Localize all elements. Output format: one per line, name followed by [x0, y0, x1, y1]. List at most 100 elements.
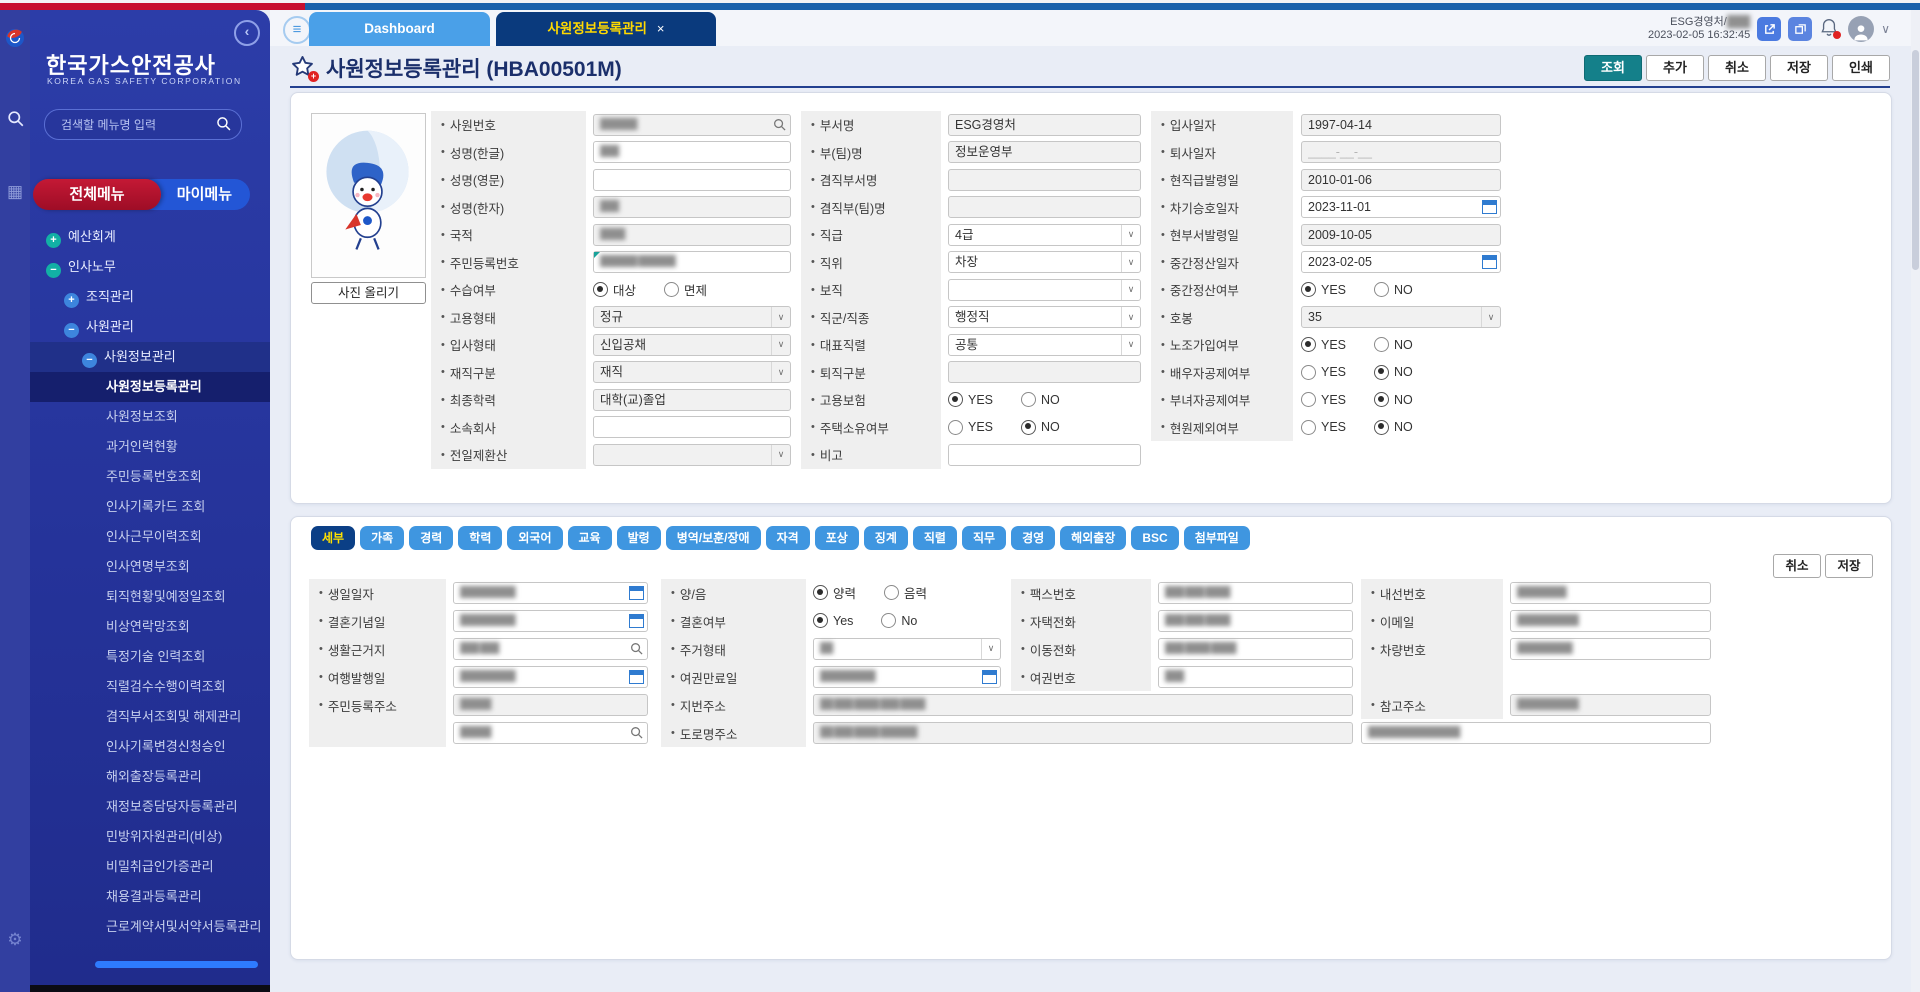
- sidebar-item[interactable]: 인사근무이력조회: [30, 522, 270, 552]
- text-input[interactable]: ____-__-__: [1301, 141, 1501, 163]
- detail-tab[interactable]: 첨부파일: [1184, 526, 1250, 550]
- sidebar-item[interactable]: 인사연명부조회: [30, 552, 270, 582]
- sidebar-item[interactable]: 사원정보조회: [30, 402, 270, 432]
- select-input[interactable]: 공통∨: [948, 334, 1141, 356]
- text-input[interactable]: ████████: [1510, 582, 1711, 604]
- search-icon[interactable]: [630, 642, 643, 660]
- text-input[interactable]: 2023-02-05: [1301, 251, 1501, 273]
- radio-button[interactable]: [1301, 392, 1316, 407]
- calendar-icon[interactable]: [629, 586, 644, 600]
- photo-upload-button[interactable]: 사진 올리기: [311, 282, 426, 304]
- page-scrollbar[interactable]: [1911, 10, 1920, 992]
- text-input[interactable]: [948, 169, 1141, 191]
- select-input[interactable]: 행정직∨: [948, 306, 1141, 328]
- detail-tab[interactable]: 병역/보훈/장애: [666, 526, 761, 550]
- search-icon[interactable]: [773, 118, 786, 136]
- expand-plus-icon[interactable]: +: [64, 293, 79, 308]
- radio-button[interactable]: [1301, 282, 1316, 297]
- select-input[interactable]: 차장∨: [948, 251, 1141, 273]
- detail-tab[interactable]: 직렬: [913, 526, 957, 550]
- header-tab[interactable]: Dashboard: [309, 12, 490, 46]
- select-input[interactable]: 재직∨: [593, 361, 791, 383]
- sidebar-hscrollbar[interactable]: [95, 961, 258, 968]
- multi-window-button[interactable]: [1788, 17, 1812, 41]
- radio-button[interactable]: [1301, 420, 1316, 435]
- text-input[interactable]: ███: [593, 141, 791, 163]
- collapse-minus-icon[interactable]: −: [46, 263, 61, 278]
- detail-tab[interactable]: 발령: [617, 526, 661, 550]
- radio-group[interactable]: YESNO: [1301, 389, 1501, 411]
- select-input[interactable]: ██∨: [813, 638, 1001, 660]
- radio-button[interactable]: [1374, 282, 1389, 297]
- page-scrollbar-thumb[interactable]: [1912, 50, 1919, 270]
- chevron-down-icon[interactable]: ∨: [1881, 22, 1890, 36]
- text-input[interactable]: ██████████: [1510, 610, 1711, 632]
- calendar-icon[interactable]: [629, 670, 644, 684]
- radio-button[interactable]: [1374, 337, 1389, 352]
- open-new-window-button[interactable]: [1757, 17, 1781, 41]
- radio-button[interactable]: [813, 613, 828, 628]
- radio-button[interactable]: [1301, 337, 1316, 352]
- sidebar-item[interactable]: 인사기록카드 조회: [30, 492, 270, 522]
- expand-plus-icon[interactable]: +: [46, 233, 61, 248]
- sidebar-item[interactable]: 주민등록번호조회: [30, 462, 270, 492]
- text-input[interactable]: █████: [453, 722, 648, 744]
- detail-tab[interactable]: BSC: [1131, 526, 1178, 550]
- text-input[interactable]: ███: [593, 196, 791, 218]
- radio-button[interactable]: [1374, 392, 1389, 407]
- detail-tab[interactable]: 해외출장: [1060, 526, 1126, 550]
- detail-tab[interactable]: 세부: [311, 526, 355, 550]
- text-input[interactable]: █████████: [453, 610, 648, 632]
- detail-tab[interactable]: 자격: [766, 526, 810, 550]
- tab-close-icon[interactable]: ×: [657, 21, 665, 36]
- text-input[interactable]: █████████: [453, 666, 648, 688]
- sidebar-item[interactable]: 인사기록변경신청승인: [30, 732, 270, 762]
- text-input[interactable]: ESG경영처: [948, 114, 1141, 136]
- calendar-icon[interactable]: [629, 614, 644, 628]
- text-input[interactable]: █████: [453, 694, 648, 716]
- select-input[interactable]: 정규∨: [593, 306, 791, 328]
- sidebar-item[interactable]: +조직관리: [30, 282, 270, 312]
- radio-button[interactable]: [813, 585, 828, 600]
- menu-search-input[interactable]: [59, 111, 213, 138]
- sidebar-item[interactable]: −인사노무: [30, 252, 270, 282]
- select-input[interactable]: ∨: [948, 279, 1141, 301]
- text-input[interactable]: [948, 444, 1141, 466]
- query-button[interactable]: 조회: [1584, 55, 1642, 81]
- sidebar-item[interactable]: 사원정보등록관리: [30, 372, 270, 402]
- radio-group[interactable]: YESNO: [1301, 334, 1501, 356]
- text-input[interactable]: ███ ████ ████: [1158, 638, 1353, 660]
- text-input[interactable]: 정보운영부: [948, 141, 1141, 163]
- text-input[interactable]: ██████████: [1510, 694, 1711, 716]
- detail-tab[interactable]: 징계: [864, 526, 908, 550]
- select-input[interactable]: 4급∨: [948, 224, 1141, 246]
- sidebar-item[interactable]: −사원관리: [30, 312, 270, 342]
- search-icon[interactable]: [630, 726, 643, 744]
- collapse-minus-icon[interactable]: −: [64, 323, 79, 338]
- text-input[interactable]: [948, 196, 1141, 218]
- text-input[interactable]: ████: [593, 224, 791, 246]
- text-input[interactable]: ███ ███: [453, 638, 648, 660]
- select-input[interactable]: ∨: [593, 444, 791, 466]
- text-input[interactable]: [593, 169, 791, 191]
- sidebar-item[interactable]: 직렬검수수행이력조회: [30, 672, 270, 702]
- sidebar-item[interactable]: 비밀취급인가증관리: [30, 852, 270, 882]
- radio-button[interactable]: [1021, 392, 1036, 407]
- sidebar-item[interactable]: +예산회계: [30, 222, 270, 252]
- radio-button[interactable]: [1374, 365, 1389, 380]
- text-input[interactable]: [948, 361, 1141, 383]
- notifications-bell-icon[interactable]: [1819, 17, 1841, 41]
- radio-button[interactable]: [948, 392, 963, 407]
- header-tab[interactable]: 사원정보등록관리×: [496, 12, 716, 46]
- detail-tab[interactable]: 교육: [568, 526, 612, 550]
- cancel-button[interactable]: 취소: [1708, 55, 1766, 81]
- sidebar-item[interactable]: 채용결과등록관리: [30, 882, 270, 912]
- detail-save-button[interactable]: 저장: [1825, 554, 1873, 578]
- text-input[interactable]: 1997-04-14: [1301, 114, 1501, 136]
- detail-tab[interactable]: 경영: [1011, 526, 1055, 550]
- select-input[interactable]: 35∨: [1301, 306, 1501, 328]
- settings-gear-icon[interactable]: ⚙: [0, 930, 30, 950]
- text-input[interactable]: █████████: [813, 666, 1001, 688]
- save-button[interactable]: 저장: [1770, 55, 1828, 81]
- text-input[interactable]: ██ ███ ████ ███ ████: [813, 694, 1353, 716]
